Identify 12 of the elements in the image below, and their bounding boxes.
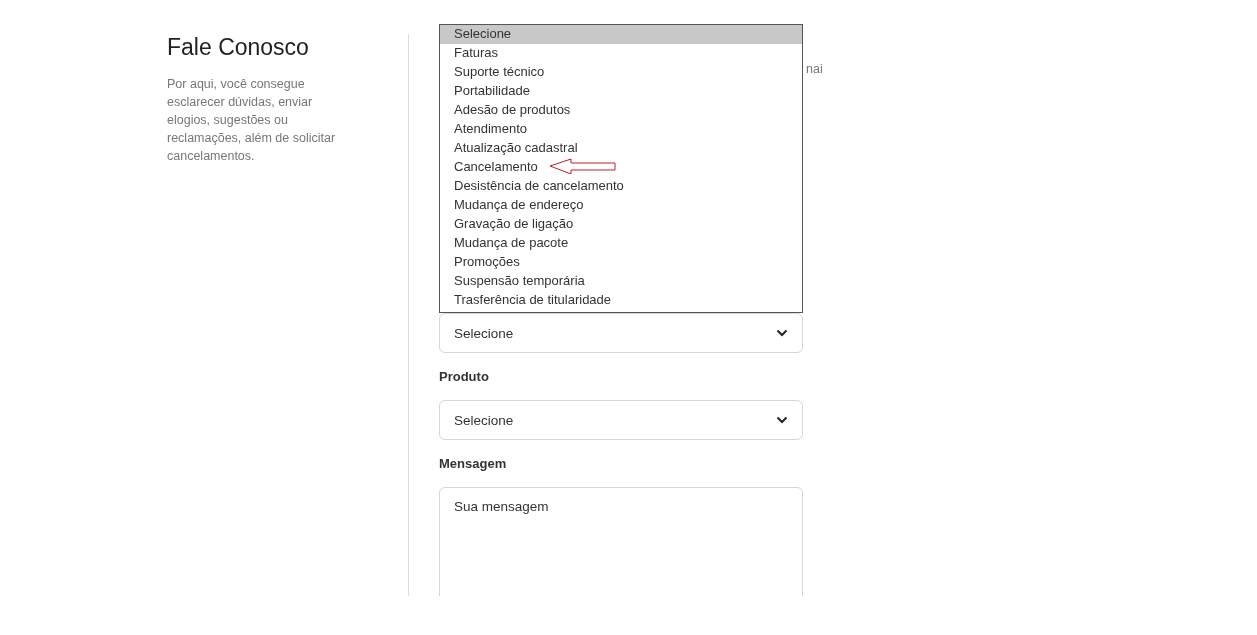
message-field[interactable]: Sua mensagem bbox=[439, 487, 803, 596]
chevron-down-icon bbox=[776, 416, 788, 424]
dropdown-option[interactable]: Selecione bbox=[440, 25, 802, 44]
arrow-annotation-icon bbox=[549, 158, 617, 174]
description-text: Por aqui, você consegue esclarecer dúvidas, enviar elogios, sugestões ou reclamações, além de solicitar cancelamentos. bbox=[167, 76, 337, 165]
product-select[interactable]: Selecione bbox=[439, 400, 803, 440]
page-title: Fale Conosco bbox=[167, 34, 310, 61]
chevron-down-icon bbox=[776, 329, 788, 337]
field-label: Produto bbox=[439, 369, 490, 384]
field-label: Mensagem bbox=[439, 456, 508, 471]
hint-text: nai bbox=[806, 62, 823, 76]
subject-select[interactable]: Selecione bbox=[439, 313, 803, 353]
